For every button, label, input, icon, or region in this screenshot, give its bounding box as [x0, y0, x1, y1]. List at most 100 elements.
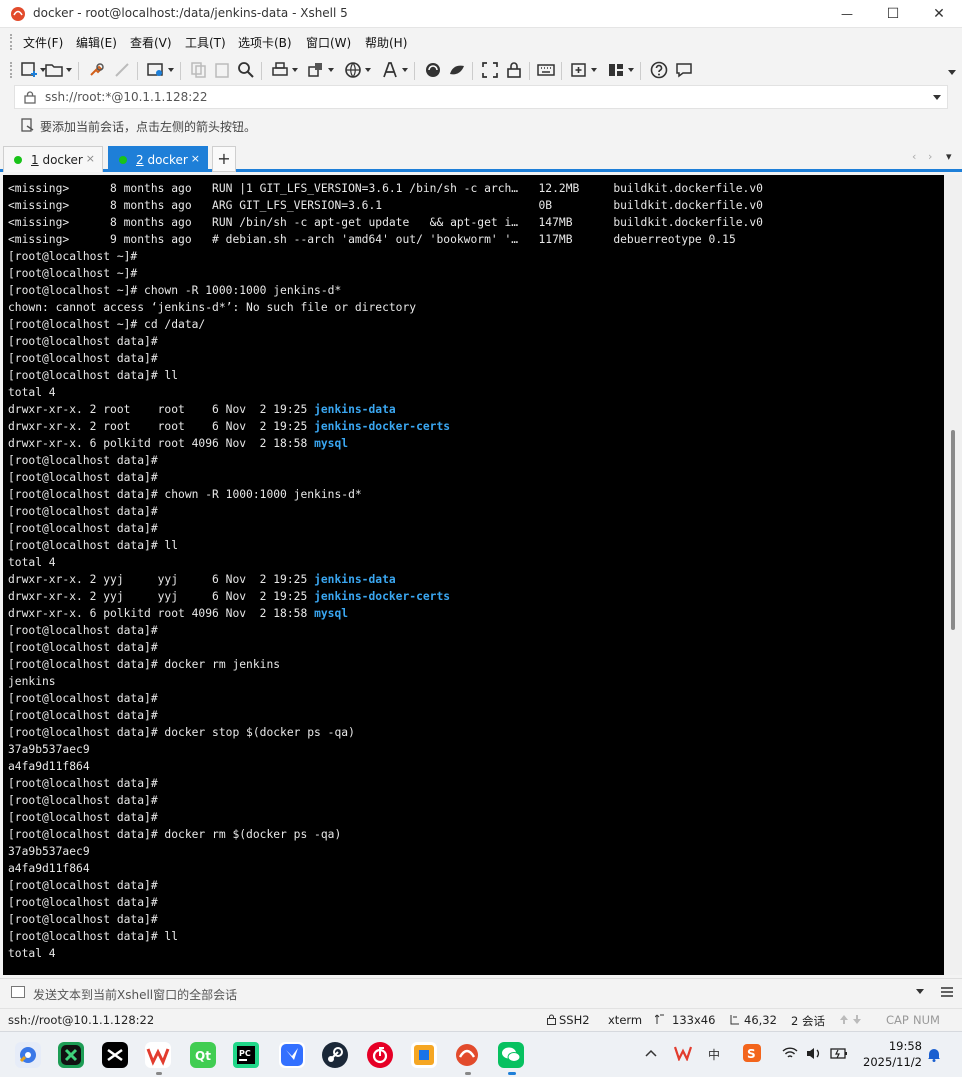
- layout-icon[interactable]: [606, 60, 626, 80]
- toolbar-overflow-icon[interactable]: [948, 70, 956, 76]
- terminal-line-text: [root@localhost data]#: [8, 454, 158, 467]
- tab-menu-icon[interactable]: ▾: [946, 150, 952, 163]
- feishu-app-icon[interactable]: [279, 1042, 305, 1068]
- qt-app-icon[interactable]: Qt: [190, 1042, 216, 1068]
- steam-app-icon[interactable]: [322, 1042, 348, 1068]
- chat-icon[interactable]: [674, 60, 694, 80]
- open-folder-icon[interactable]: [44, 60, 64, 80]
- tab-next-icon[interactable]: ›: [928, 150, 932, 163]
- wifi-icon[interactable]: [782, 1047, 798, 1060]
- terminal-line-text: [root@localhost data]#: [8, 896, 158, 909]
- chevron-down-icon[interactable]: [933, 95, 941, 101]
- terminal-line: [root@localhost data]#: [8, 792, 763, 809]
- close-button[interactable]: ✕: [916, 0, 962, 28]
- terminal-pane[interactable]: <missing> 8 months ago RUN |1 GIT_LFS_VE…: [3, 175, 944, 975]
- tab-docker-1[interactable]: 1 docker ×: [3, 146, 103, 172]
- paste-icon[interactable]: [212, 60, 232, 80]
- battery-icon[interactable]: [830, 1047, 848, 1060]
- terminal-line: [root@localhost ~]#: [8, 265, 763, 282]
- hamburger-menu-icon[interactable]: [940, 985, 954, 999]
- menu-tabs[interactable]: 选项卡(B): [238, 34, 292, 51]
- keyboard-icon[interactable]: [536, 60, 556, 80]
- xftp-icon[interactable]: [423, 60, 443, 80]
- chevron-down-icon[interactable]: [591, 67, 597, 73]
- font-icon[interactable]: [380, 60, 400, 80]
- globe-icon[interactable]: [343, 60, 363, 80]
- xmind-app-icon[interactable]: [58, 1042, 84, 1068]
- terminal-scrollbar[interactable]: [944, 175, 962, 975]
- screenshot-app-icon[interactable]: [411, 1042, 437, 1068]
- capcut-app-icon[interactable]: [102, 1042, 128, 1068]
- tray-sogou-icon[interactable]: S: [743, 1044, 761, 1062]
- volume-icon[interactable]: [806, 1047, 822, 1060]
- terminal-line: [root@localhost data]#: [8, 469, 763, 486]
- taskbar-clock[interactable]: 19:58 2025/11/2: [862, 1038, 922, 1070]
- chevron-down-icon[interactable]: [628, 67, 634, 73]
- wps-app-icon[interactable]: [145, 1042, 171, 1068]
- properties-icon[interactable]: [146, 60, 166, 80]
- tab-close-icon[interactable]: ×: [191, 152, 200, 165]
- terminal-line: 37a9b537aec9: [8, 843, 763, 860]
- netease-music-app-icon[interactable]: [367, 1042, 393, 1068]
- pycharm-app-icon[interactable]: PC: [233, 1042, 259, 1068]
- print-icon[interactable]: [270, 60, 290, 80]
- new-tab-button[interactable]: +: [212, 146, 236, 172]
- ime-indicator[interactable]: 中: [708, 1046, 720, 1063]
- xmanager-icon[interactable]: [447, 60, 467, 80]
- scrollbar-thumb[interactable]: [951, 430, 955, 630]
- toolbar-separator: [561, 62, 562, 80]
- terminal-output: <missing> 8 months ago RUN |1 GIT_LFS_VE…: [8, 180, 763, 962]
- transfer-icon[interactable]: [306, 60, 326, 80]
- find-icon[interactable]: [236, 60, 256, 80]
- copy-icon[interactable]: [189, 60, 209, 80]
- tray-wps-icon[interactable]: [674, 1045, 692, 1061]
- chevron-down-icon[interactable]: [365, 67, 371, 73]
- chevron-down-icon[interactable]: [292, 67, 298, 73]
- terminal-line-text: [root@localhost data]#: [8, 709, 158, 722]
- add-session-arrow-icon[interactable]: [21, 118, 35, 132]
- menu-window[interactable]: 窗口(W): [306, 34, 351, 51]
- toolbar-separator: [78, 62, 79, 80]
- new-session-icon[interactable]: [20, 60, 40, 80]
- terminal-line-text: drwxr-xr-x. 6 polkitd root 4096 Nov 2 18…: [8, 607, 315, 620]
- terminal-line-text: a4fa9d11f864: [8, 760, 90, 773]
- menu-file[interactable]: 文件(F): [23, 34, 63, 51]
- address-bar[interactable]: ssh://root:*@10.1.1.128:22: [14, 85, 948, 109]
- tab-index: 1: [31, 153, 39, 167]
- tab-docker-2[interactable]: 2 docker ×: [108, 146, 208, 172]
- cursor-position-icon: [730, 1015, 739, 1025]
- settings-app-icon[interactable]: [15, 1042, 41, 1068]
- maximize-button[interactable]: ☐: [870, 0, 916, 28]
- terminal-line: total 4: [8, 945, 763, 962]
- tab-close-icon[interactable]: ×: [86, 152, 95, 165]
- menu-view[interactable]: 查看(V): [130, 34, 172, 51]
- notification-bell-icon[interactable]: [927, 1047, 941, 1062]
- scroll-arrows-icon[interactable]: [840, 1014, 862, 1025]
- chevron-down-icon[interactable]: [66, 67, 72, 73]
- chevron-down-icon[interactable]: [168, 67, 174, 73]
- wechat-app-icon[interactable]: [498, 1042, 524, 1068]
- lock-icon[interactable]: [504, 60, 524, 80]
- terminal-line-text: [root@localhost data]#: [8, 624, 158, 637]
- add-tab-icon[interactable]: [569, 60, 589, 80]
- toolbar-separator: [640, 62, 641, 80]
- xshell-app-icon[interactable]: [454, 1042, 480, 1068]
- chevron-down-icon[interactable]: [328, 67, 334, 73]
- address-value[interactable]: ssh://root:*@10.1.1.128:22: [45, 90, 208, 104]
- menu-help[interactable]: 帮助(H): [365, 34, 407, 51]
- menu-tools[interactable]: 工具(T): [185, 34, 226, 51]
- fullscreen-icon[interactable]: [480, 60, 500, 80]
- tray-overflow-icon[interactable]: [645, 1049, 657, 1057]
- chevron-down-icon[interactable]: [916, 989, 924, 995]
- minimize-button[interactable]: —: [824, 0, 870, 28]
- tab-prev-icon[interactable]: ‹: [912, 150, 916, 163]
- windows-taskbar: Qt PC 中 S 19:58 2025/11/2: [0, 1031, 962, 1077]
- help-icon[interactable]: [649, 60, 669, 80]
- reconnect-icon[interactable]: [87, 60, 107, 80]
- terminal-line: drwxr-xr-x. 6 polkitd root 4096 Nov 2 18…: [8, 435, 763, 452]
- compose-input[interactable]: 发送文本到当前Xshell窗口的全部会话: [33, 986, 237, 1003]
- status-caps: CAP: [886, 1013, 909, 1027]
- chevron-down-icon[interactable]: [402, 67, 408, 73]
- menu-edit[interactable]: 编辑(E): [76, 34, 117, 51]
- disconnect-icon[interactable]: [112, 60, 132, 80]
